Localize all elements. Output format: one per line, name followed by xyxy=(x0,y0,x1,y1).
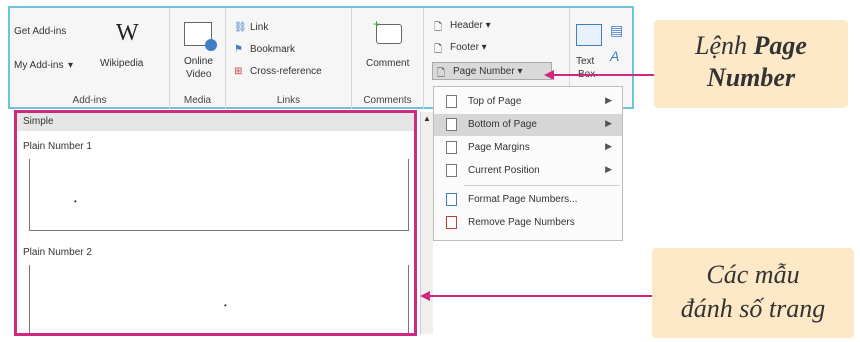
arrowhead-gallery xyxy=(420,291,430,301)
arrowhead-page-number xyxy=(544,70,554,80)
caption-templates: Các mẫu đánh số trang xyxy=(680,260,826,323)
caption-page-number: Lệnh Page Number xyxy=(695,31,807,92)
